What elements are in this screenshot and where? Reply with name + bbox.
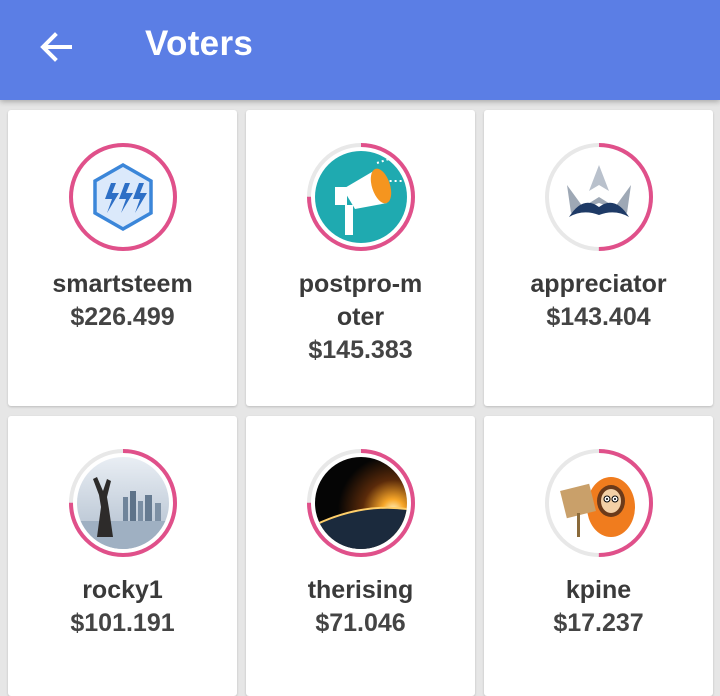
voter-card-postpromoter[interactable]: postpro-moter $145.383 bbox=[246, 110, 475, 406]
avatar bbox=[77, 151, 169, 243]
voter-card-therising[interactable]: therising $71.046 bbox=[246, 416, 475, 696]
voter-name-block: postpro-moter $145.383 bbox=[266, 268, 455, 367]
rocky-city-photo bbox=[77, 457, 169, 549]
page-title: Voters bbox=[145, 24, 254, 63]
voter-value: $226.499 bbox=[70, 303, 175, 331]
voter-value: $101.191 bbox=[70, 609, 175, 637]
voter-name-block: therising $71.046 bbox=[266, 574, 455, 640]
back-button[interactable] bbox=[26, 22, 86, 72]
vote-ring bbox=[68, 448, 178, 558]
voter-card-appreciator[interactable]: appreciator $143.404 bbox=[484, 110, 713, 406]
voter-name: kpine bbox=[565, 576, 632, 604]
voter-name: appreciator bbox=[530, 270, 667, 298]
smartsteem-lightning-hex-logo bbox=[77, 151, 169, 243]
voter-value: $17.237 bbox=[553, 609, 644, 637]
arrow-left-icon bbox=[40, 32, 72, 62]
app-bar: Voters bbox=[0, 0, 720, 100]
voter-name: smartsteem bbox=[52, 270, 193, 298]
voter-name-block: kpine $17.237 bbox=[504, 574, 693, 640]
voter-card-rocky1[interactable]: rocky1 $101.191 bbox=[8, 416, 237, 696]
sunrise-planet-photo bbox=[315, 457, 407, 549]
voter-name-block: smartsteem $226.499 bbox=[28, 268, 217, 334]
voter-name: postpro-moter bbox=[298, 270, 423, 331]
avatar bbox=[315, 151, 407, 243]
voter-name-block: appreciator $143.404 bbox=[504, 268, 693, 334]
vote-ring bbox=[544, 448, 654, 558]
voter-value: $145.383 bbox=[308, 336, 413, 364]
vote-ring bbox=[306, 142, 416, 252]
vote-ring bbox=[306, 448, 416, 558]
avatar bbox=[553, 151, 645, 243]
avatar bbox=[553, 457, 645, 549]
voter-name: therising bbox=[307, 576, 414, 604]
megaphone-logo bbox=[315, 151, 407, 243]
vote-ring bbox=[68, 142, 178, 252]
voter-card-kpine[interactable]: kpine $17.237 bbox=[484, 416, 713, 696]
voter-name-block: rocky1 $101.191 bbox=[28, 574, 217, 640]
vote-ring bbox=[544, 142, 654, 252]
voters-grid: smartsteem $226.499 postpro-moter $145.3… bbox=[0, 100, 720, 696]
crown-mountain-logo bbox=[553, 151, 645, 243]
voter-name: rocky1 bbox=[82, 576, 163, 604]
avatar bbox=[315, 457, 407, 549]
avatar bbox=[77, 457, 169, 549]
voter-card-smartsteem[interactable]: smartsteem $226.499 bbox=[8, 110, 237, 406]
voter-value: $143.404 bbox=[546, 303, 651, 331]
voter-value: $71.046 bbox=[315, 609, 406, 637]
kenny-sign-cartoon bbox=[553, 457, 645, 549]
